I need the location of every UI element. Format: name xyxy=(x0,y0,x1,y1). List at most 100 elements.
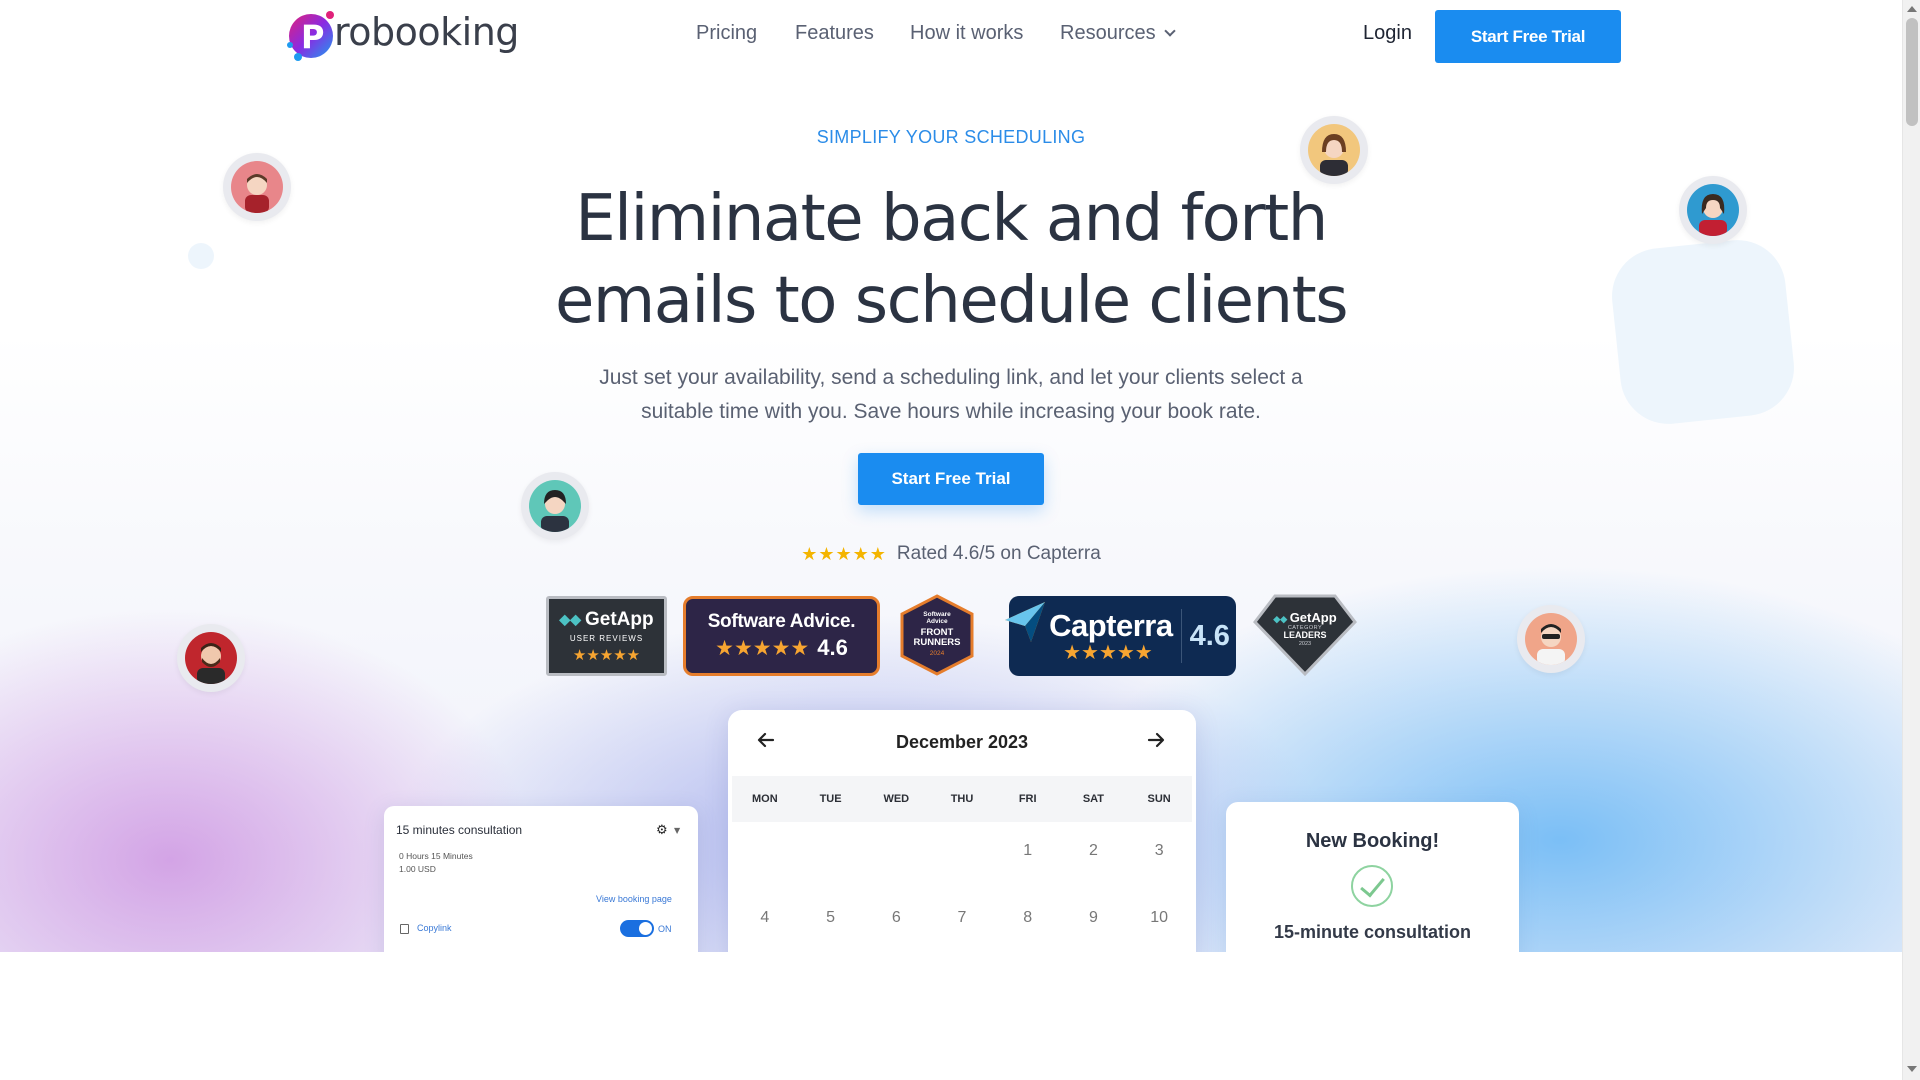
person-avatar-icon xyxy=(185,632,237,684)
capterra-badge-brand: Capterra xyxy=(1049,607,1173,643)
hero-start-free-trial-button[interactable]: Start Free Trial xyxy=(858,453,1044,505)
weekday-label: SUN xyxy=(1147,793,1171,805)
getapp-leaders-year: 2023 xyxy=(1298,641,1312,648)
consultation-card-title: 15 minutes consultation xyxy=(396,823,523,837)
software-advice-badge-stars-icon: ★★★★★ xyxy=(715,636,810,660)
capterra-badge-main: Capterra ★★★★★ xyxy=(1049,608,1173,665)
caret-down-icon[interactable]: ▼ xyxy=(674,826,680,835)
view-booking-page-link[interactable]: View booking page xyxy=(596,894,672,904)
vertical-scrollbar[interactable] xyxy=(1902,0,1920,1080)
calendar-day[interactable]: 7 xyxy=(929,903,995,952)
nav-link-pricing[interactable]: Pricing xyxy=(696,22,757,45)
logo-mark-icon: P xyxy=(282,5,340,63)
avatar xyxy=(177,624,245,692)
software-advice-badge[interactable]: Software Advice. ★★★★★ 4.6 xyxy=(683,596,880,676)
weekday-label: SAT xyxy=(1082,793,1105,805)
calendar-day[interactable]: 2 xyxy=(1061,836,1127,903)
weekday-label: FRI xyxy=(1018,793,1037,805)
person-avatar-icon xyxy=(231,161,283,213)
calendar-day[interactable]: 3 xyxy=(1126,836,1192,903)
consultation-card: 15 minutes consultation ⚙ ▼ 0 Hours 15 M… xyxy=(384,806,698,952)
gear-icon[interactable]: ⚙ xyxy=(656,823,668,838)
front-runners-line4: RUNNERS xyxy=(913,637,961,649)
front-runners-line2: Advice xyxy=(926,617,948,625)
getapp-badge-stars-icon: ★★★★★ xyxy=(572,646,641,664)
decorative-dot xyxy=(188,243,214,269)
rating-stars-icon: ★★★★★ xyxy=(801,543,887,565)
getapp-leaders-chevrons-icon: ◆◆ xyxy=(1273,613,1290,624)
front-runners-badge[interactable]: Software Advice FRONT RUNNERS 2024 xyxy=(898,594,976,676)
page-viewport: P robooking Pricing Features How it work… xyxy=(0,0,1902,952)
software-advice-badge-score: 4.6 xyxy=(817,635,848,660)
nav-link-features[interactable]: Features xyxy=(795,22,874,45)
getapp-badge-brand-text: GetApp xyxy=(584,608,654,630)
nav-link-how-it-works[interactable]: How it works xyxy=(910,22,1023,45)
capterra-badge-stars-icon: ★★★★★ xyxy=(1063,641,1153,664)
hero-headline-line2: emails to schedule clients xyxy=(554,264,1349,338)
person-avatar-icon xyxy=(1525,613,1577,665)
nav-start-free-trial-button[interactable]: Start Free Trial xyxy=(1435,10,1621,63)
calendar-day-empty xyxy=(798,836,864,903)
getapp-badge-brand: ◆◆ GetApp xyxy=(559,609,653,631)
person-avatar-icon xyxy=(1687,184,1739,236)
rating-row: ★★★★★ Rated 4.6/5 on Capterra xyxy=(0,543,1902,565)
next-month-arrow-icon[interactable] xyxy=(1146,730,1166,756)
consultation-card-price: 1.00 USD xyxy=(399,864,436,874)
getapp-leaders-brand-row: ◆◆ GetApp xyxy=(1273,610,1336,625)
logo-text: robooking xyxy=(334,10,519,54)
avatar xyxy=(521,472,589,540)
weekday-label: TUE xyxy=(819,793,842,805)
scrollbar-thumb[interactable] xyxy=(1906,18,1918,126)
checkmark-circle-icon xyxy=(1351,865,1393,907)
weekday-label: MON xyxy=(752,793,778,805)
hero-headline: Eliminate back and forth emails to sched… xyxy=(451,178,1451,342)
svg-text:P: P xyxy=(301,18,324,56)
avatar xyxy=(1679,176,1747,244)
hero-eyebrow: SIMPLIFY YOUR SCHEDULING xyxy=(816,127,1086,147)
avatar xyxy=(223,153,291,221)
probooking-logo[interactable]: P robooking xyxy=(282,2,519,66)
calendar-day-grid: 1 2 3 4 5 6 7 8 9 10 xyxy=(732,836,1192,952)
calendar-day[interactable]: 6 xyxy=(863,903,929,952)
login-link[interactable]: Login xyxy=(1363,22,1412,45)
nav-link-resources-label: Resources xyxy=(1060,22,1156,44)
hero-headline-line1: Eliminate back and forth xyxy=(575,182,1328,256)
rating-text: Rated 4.6/5 on Capterra xyxy=(896,543,1101,564)
capterra-badge-score: 4.6 xyxy=(1189,619,1230,652)
front-runners-year: 2024 xyxy=(929,650,945,658)
person-avatar-icon xyxy=(529,480,581,532)
person-avatar-icon xyxy=(1308,124,1360,176)
hero-subtext-line1: Just set your availability, send a sched… xyxy=(599,366,1303,389)
getapp-category-leaders-badge[interactable]: ◆◆ GetApp CATEGORY LEADERS 2023 xyxy=(1253,594,1357,676)
calendar-card: December 2023 MON TUE WED THU FRI SAT SU… xyxy=(728,710,1196,952)
weekday-label: THU xyxy=(950,793,974,805)
getapp-leaders-line2: LEADERS xyxy=(1283,630,1327,641)
avatar xyxy=(1517,605,1585,673)
scroll-up-arrow-icon[interactable] xyxy=(1907,6,1917,12)
calendar-day-empty xyxy=(732,836,798,903)
capterra-arrow-icon xyxy=(1001,598,1047,649)
software-advice-badge-rating: ★★★★★ 4.6 xyxy=(715,635,848,661)
booking-toggle[interactable] xyxy=(620,920,654,937)
calendar-day-empty xyxy=(929,836,995,903)
getapp-user-reviews-badge[interactable]: ◆◆ GetApp USER REVIEWS ★★★★★ xyxy=(546,596,667,676)
software-advice-badge-brand: Software Advice. xyxy=(707,611,856,632)
decorative-blob xyxy=(1607,235,1799,429)
calendar-day[interactable]: 10 xyxy=(1126,903,1192,952)
calendar-weekday-header: MON TUE WED THU FRI SAT SUN xyxy=(732,776,1192,822)
new-booking-subtitle: 15-minute consultation xyxy=(1273,922,1471,942)
copy-link-button[interactable]: Copylink xyxy=(417,923,452,933)
capterra-badge[interactable]: Capterra ★★★★★ 4.6 xyxy=(1005,596,1236,676)
chevron-down-icon xyxy=(1163,25,1176,37)
calendar-day[interactable]: 8 xyxy=(995,903,1061,952)
scroll-down-arrow-icon[interactable] xyxy=(1907,1066,1917,1072)
calendar-day[interactable]: 4 xyxy=(732,903,798,952)
weekday-label: WED xyxy=(883,793,910,805)
calendar-day[interactable]: 9 xyxy=(1061,903,1127,952)
consultation-card-duration: 0 Hours 15 Minutes xyxy=(399,851,473,861)
calendar-day[interactable]: 5 xyxy=(798,903,864,952)
calendar-day[interactable]: 1 xyxy=(995,836,1061,903)
nav-link-resources[interactable]: Resources xyxy=(1060,22,1176,45)
copy-icon xyxy=(400,924,409,934)
new-booking-title: New Booking! xyxy=(1305,830,1440,852)
